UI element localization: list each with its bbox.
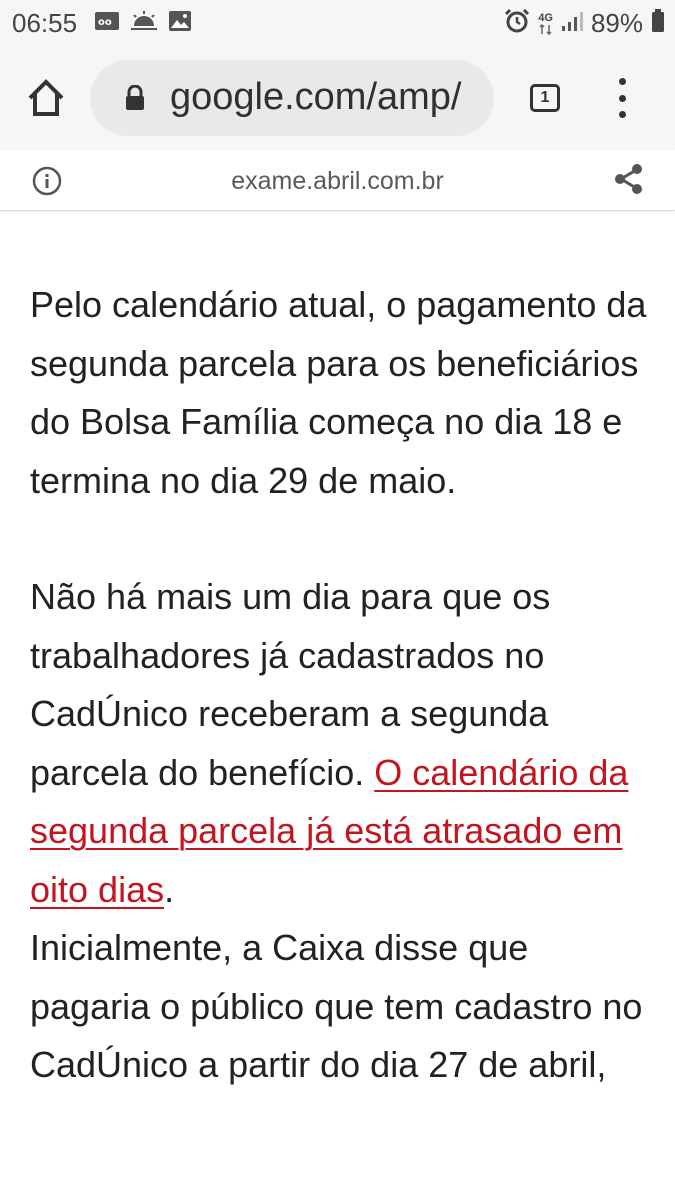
tab-count: 1 [540,89,550,106]
url-bar[interactable]: google.com/amp/ [90,60,494,136]
menu-icon [618,78,626,85]
lock-icon[interactable] [124,84,146,111]
menu-dot [618,94,626,102]
signal-icon [561,10,583,37]
article-body: Pelo calendário atual, o pagamento da se… [30,276,650,1095]
status-right: 4G 89% [504,8,665,39]
browser-toolbar: google.com/amp/ 1 [0,46,675,150]
menu-dot [618,111,626,118]
battery-icon [651,9,665,38]
status-time: 06:55 [12,8,78,38]
menu-button[interactable] [610,78,634,118]
network-arrows-icon [539,23,552,35]
home-button[interactable] [24,76,68,120]
tabs-button[interactable]: 1 [530,84,560,112]
voicemail-icon: oo [94,10,120,37]
article-paragraph-1: Pelo calendário atual, o pagamento da se… [30,284,647,501]
battery-percent: 89% [590,8,643,38]
status-left-icons: oo [94,10,192,37]
image-icon [168,10,192,37]
network-label: 4G [538,11,553,24]
svg-text:oo: oo [98,17,112,28]
weather-icon [130,10,158,37]
share-icon[interactable] [614,163,644,195]
home-icon [28,79,64,116]
network-indicator: 4G [538,11,553,35]
amp-header: exame.abril.com.br [0,150,675,211]
url-text[interactable]: google.com/amp/ [170,76,462,119]
article-paragraph-3: Inicialmente, a Caixa disse que pagaria … [30,927,643,1085]
alarm-icon [504,8,530,39]
amp-domain[interactable]: exame.abril.com.br [0,167,675,196]
article-paragraph-2: Não há mais um dia para que os trabalhad… [30,568,650,919]
paragraph-2-period: . [164,868,175,910]
status-bar: 06:55 oo 4G 89% [0,0,675,46]
